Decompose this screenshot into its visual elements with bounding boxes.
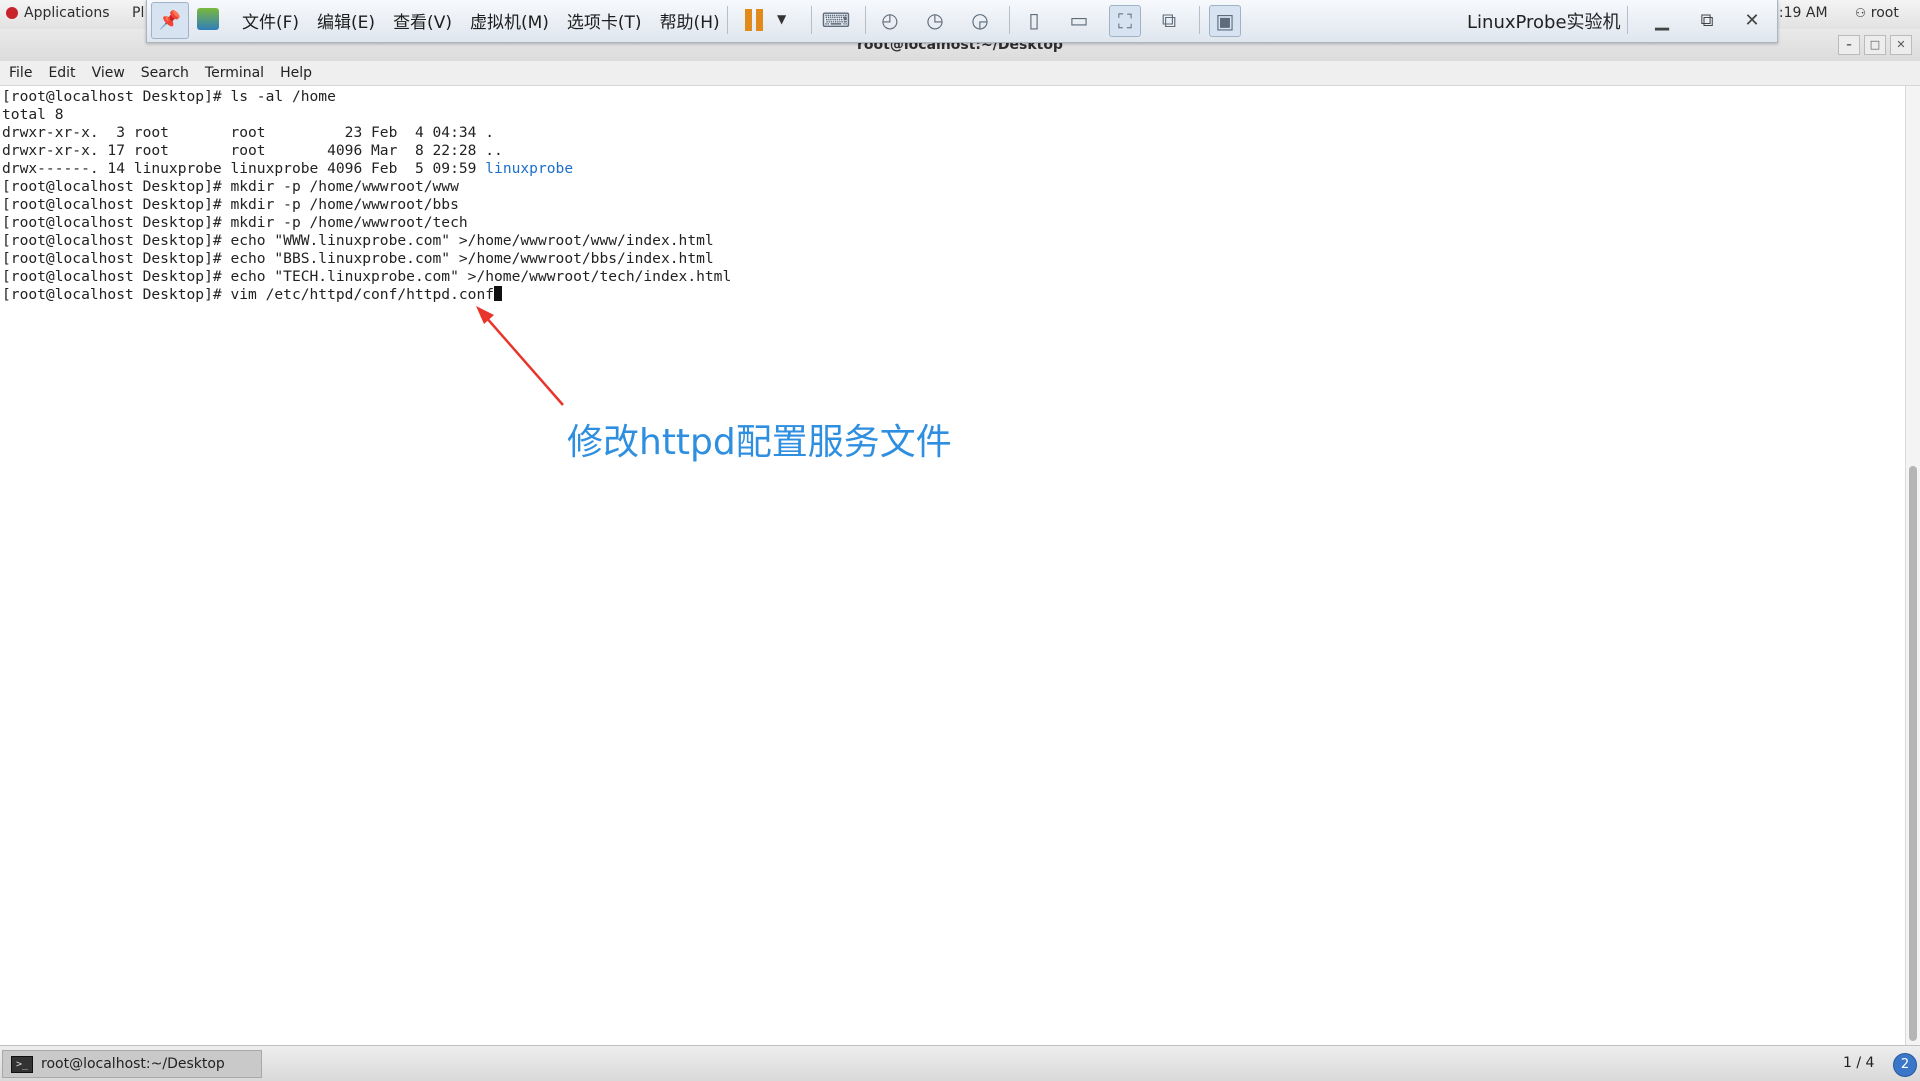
terminal-line: [root@localhost Desktop]# mkdir -p /home… <box>2 196 459 213</box>
text-cursor <box>494 286 503 301</box>
terminal-line: drwxr-xr-x. 3 root root 23 Feb 4 04:34 . <box>2 124 495 141</box>
vm-title: LinuxProbe实验机 <box>1467 12 1621 33</box>
vmware-menu: 文件(F) 编辑(E) 查看(V) 虚拟机(M) 选项卡(T) 帮助(H) <box>233 8 729 33</box>
console-view-icon[interactable]: ▣ <box>1209 5 1241 37</box>
snapshot-manager-icon[interactable]: ◶ <box>965 5 995 35</box>
applications-menu[interactable]: Applications <box>6 5 110 21</box>
terminal-menubar: File Edit View Search Terminal Help <box>0 61 1920 86</box>
terminal-line: total 8 <box>2 106 64 123</box>
close-icon[interactable]: ✕ <box>1737 6 1767 34</box>
window-close-icon[interactable]: ✕ <box>1890 35 1912 55</box>
terminal-line: [root@localhost Desktop]# echo "WWW.linu… <box>2 232 714 249</box>
menu-file[interactable]: 文件(F) <box>233 8 308 33</box>
scrollbar-thumb[interactable] <box>1909 466 1917 1041</box>
directory-name: linuxprobe <box>485 160 574 177</box>
toolbar-separator <box>1627 6 1628 34</box>
workspace-indicator[interactable]: 1 / 4 <box>1843 1055 1874 1071</box>
snapshot-revert-icon[interactable]: ◷ <box>920 5 950 35</box>
minimize-icon[interactable]: ▁ <box>1647 6 1677 34</box>
user-label: root <box>1870 5 1899 21</box>
redhat-logo-icon <box>6 7 18 19</box>
clock[interactable]: 0:19 AM <box>1770 5 1828 21</box>
snapshot-take-icon[interactable]: ◴ <box>875 5 905 35</box>
menu-view[interactable]: View <box>84 65 133 81</box>
user-menu[interactable]: ⚇ root <box>1855 5 1899 21</box>
pin-icon[interactable]: 📌 <box>151 2 189 39</box>
unity-icon[interactable]: ⧉ <box>1154 5 1184 35</box>
toolbar-separator <box>811 6 812 34</box>
menu-terminal[interactable]: Terminal <box>197 65 272 81</box>
toolbar-separator <box>727 6 728 34</box>
menu-edit[interactable]: 编辑(E) <box>308 8 384 33</box>
toolbar-separator <box>1009 6 1010 34</box>
menu-vm[interactable]: 虚拟机(M) <box>461 8 558 33</box>
menu-help[interactable]: 帮助(H) <box>651 8 729 33</box>
vmware-toolbar: 📌 文件(F) 编辑(E) 查看(V) 虚拟机(M) 选项卡(T) 帮助(H) … <box>146 0 1778 43</box>
notification-badge[interactable]: 2 <box>1893 1053 1917 1077</box>
terminal-line: [root@localhost Desktop]# echo "BBS.linu… <box>2 250 714 267</box>
terminal-line: drwx------. 14 linuxprobe linuxprobe 409… <box>2 160 574 177</box>
annotation-text: 修改httpd配置服务文件 <box>567 422 952 463</box>
applications-label: Applications <box>24 5 110 21</box>
menu-tabs[interactable]: 选项卡(T) <box>558 8 651 33</box>
pause-icon[interactable] <box>745 9 765 31</box>
restore-icon[interactable]: ⧉ <box>1692 6 1722 34</box>
dropdown-icon[interactable]: ▼ <box>777 12 786 26</box>
window-maximize-icon[interactable]: □ <box>1864 35 1886 55</box>
terminal-line: [root@localhost Desktop]# ls -al /home <box>2 88 336 105</box>
window-minimize-icon[interactable]: – <box>1838 35 1860 55</box>
toolbar-separator <box>865 6 866 34</box>
places-menu[interactable]: Pl <box>132 5 144 21</box>
terminal-icon: >_ <box>11 1055 33 1073</box>
menu-help[interactable]: Help <box>272 65 320 81</box>
toolbar-separator <box>1199 6 1200 34</box>
menu-view[interactable]: 查看(V) <box>384 8 461 33</box>
send-keys-icon[interactable]: ⌨ <box>821 5 851 35</box>
menu-edit[interactable]: Edit <box>40 65 83 81</box>
terminal-line: drwxr-xr-x. 17 root root 4096 Mar 8 22:2… <box>2 142 503 159</box>
bottom-taskbar: >_ root@localhost:~/Desktop 1 / 4 2 <box>0 1045 1920 1081</box>
taskbar-terminal-item[interactable]: >_ root@localhost:~/Desktop <box>2 1050 262 1078</box>
user-icon: ⚇ <box>1855 6 1866 20</box>
sidebar-view-icon[interactable]: ▯ <box>1019 5 1049 35</box>
window-controls: – □ ✕ <box>1838 35 1912 55</box>
taskbar-item-label: root@localhost:~/Desktop <box>41 1056 225 1072</box>
terminal-output[interactable]: [root@localhost Desktop]# ls -al /home t… <box>2 88 1902 1045</box>
terminal-line: [root@localhost Desktop]# echo "TECH.lin… <box>2 268 732 285</box>
thumbnail-view-icon[interactable]: ▭ <box>1064 5 1094 35</box>
fullscreen-icon[interactable]: ⛶ <box>1109 5 1141 37</box>
vertical-scrollbar[interactable] <box>1905 86 1920 1046</box>
menu-file[interactable]: File <box>1 65 40 81</box>
terminal-line: [root@localhost Desktop]# mkdir -p /home… <box>2 178 459 195</box>
terminal-prompt-line: [root@localhost Desktop]# vim /etc/httpd… <box>2 286 1902 304</box>
menu-search[interactable]: Search <box>133 65 197 81</box>
vmware-logo-icon <box>197 8 219 30</box>
terminal-line: [root@localhost Desktop]# mkdir -p /home… <box>2 214 468 231</box>
